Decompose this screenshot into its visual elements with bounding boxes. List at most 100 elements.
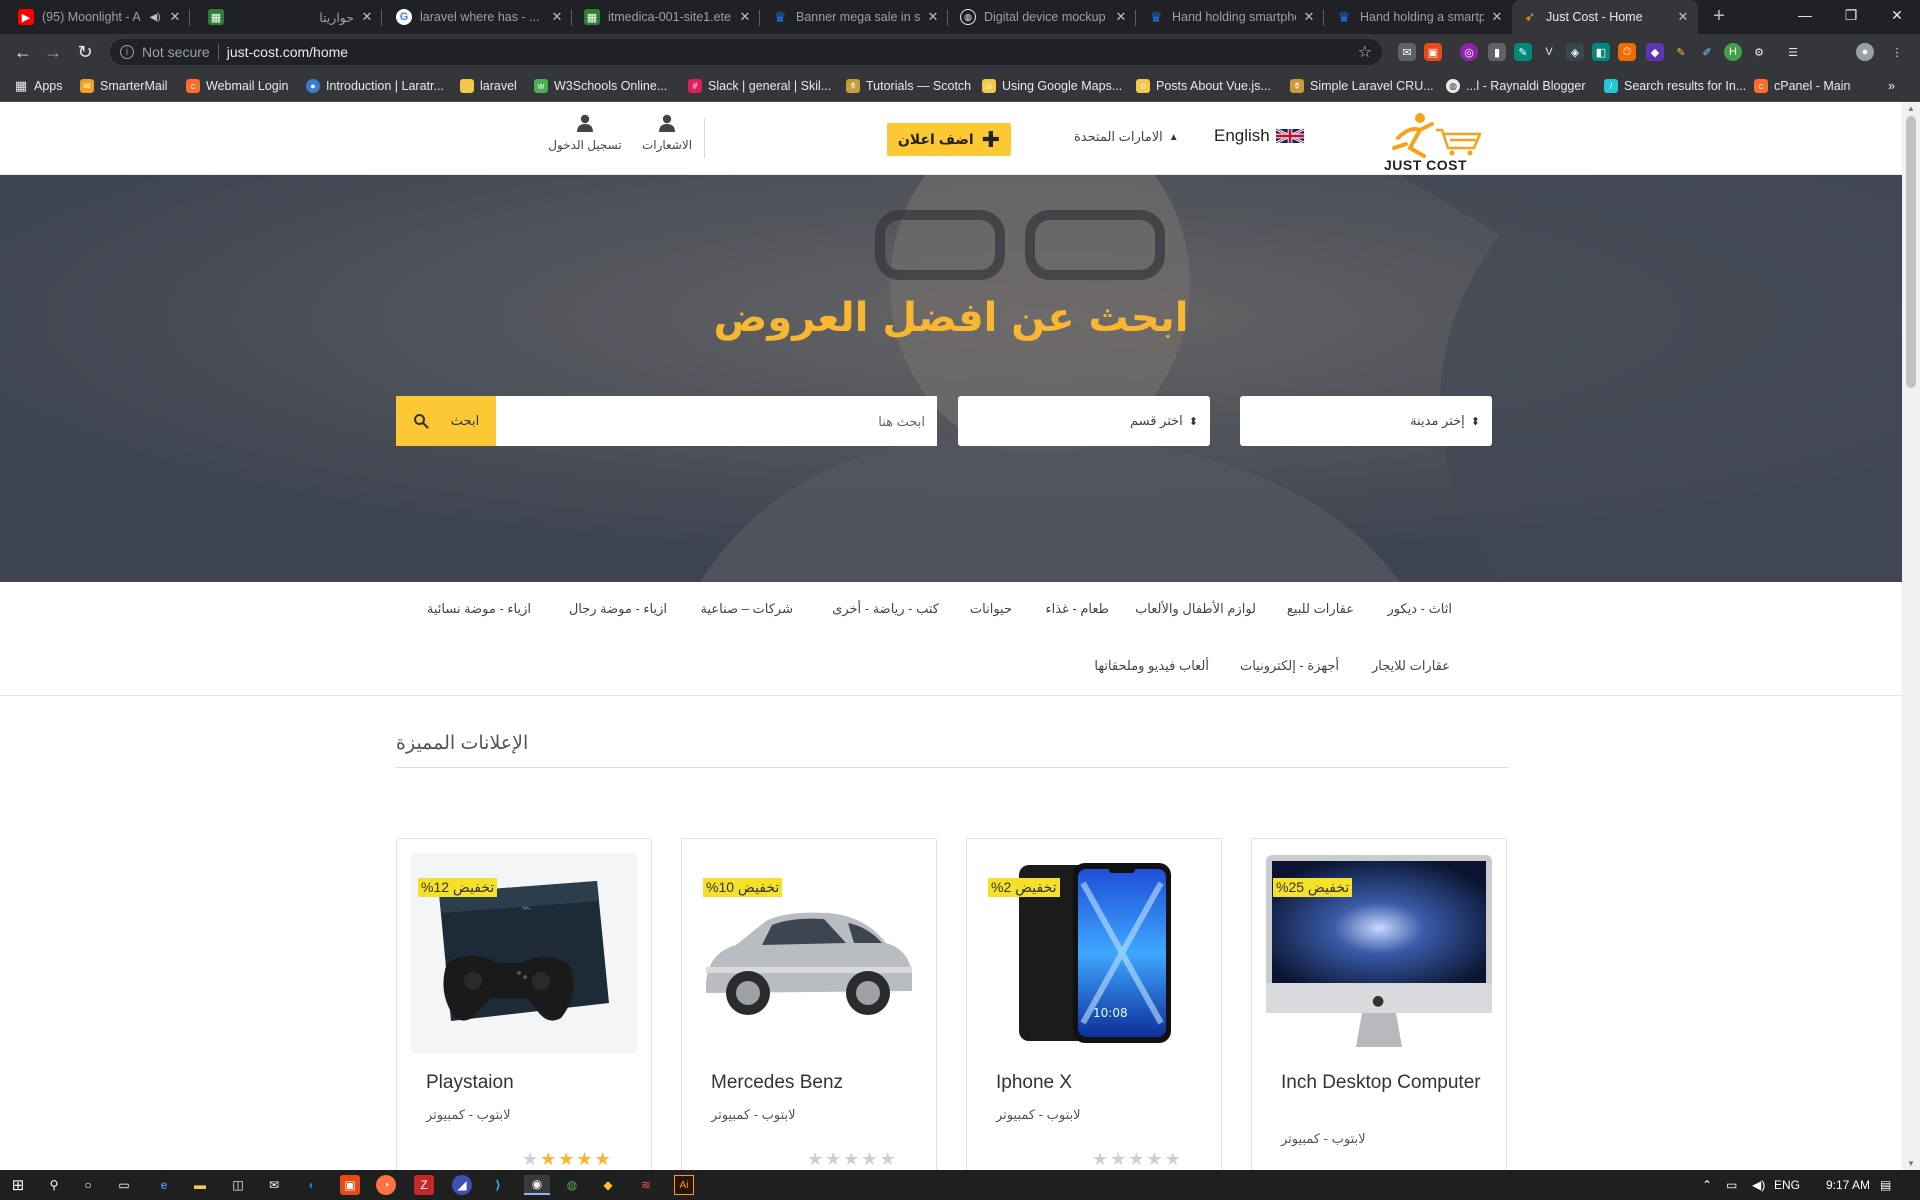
category-link[interactable]: لوازم الأطفال والألعاب [1135, 601, 1256, 617]
app-icon[interactable]: ◢ [452, 1175, 472, 1195]
vscode-icon[interactable]: ⟩ [488, 1175, 508, 1195]
category-link[interactable]: ازياء - موضة رجال [569, 601, 667, 617]
gear-icon[interactable]: ⚙ [1750, 43, 1768, 61]
url-text[interactable]: just-cost.com/home [227, 44, 348, 60]
category-link[interactable]: اثاث - ديكور [1387, 601, 1452, 617]
category-link[interactable]: عقارات للايجار [1372, 658, 1450, 674]
category-link[interactable]: عقارات للبيع [1287, 601, 1354, 617]
bookmark-item[interactable]: / Search results for In... [1604, 70, 1746, 102]
browser-tab[interactable]: ▦ حواريتا ✕ [198, 0, 382, 34]
bookmark-item[interactable]: ✉ SmarterMail [80, 70, 167, 102]
extension-icon[interactable]: ▣ [1424, 43, 1442, 61]
browser-tab[interactable]: ▶ (95) Moonlight - A ◀) ✕ [8, 0, 190, 34]
browser-tab[interactable]: ♛ Banner mega sale in sm ✕ [762, 0, 948, 34]
star-icon[interactable]: ★ [595, 1149, 613, 1169]
category-link[interactable]: كتب - رياضة - أخرى [832, 601, 939, 617]
product-card[interactable]: تخفيض 10% Mercedes Benz لابتوب - كمبيوتر… [681, 838, 937, 1170]
category-link[interactable]: ازياء - موضة نسائية [427, 601, 531, 617]
close-tab-icon[interactable]: ✕ [550, 9, 564, 25]
bookmark-item[interactable]: w W3Schools Online... [534, 70, 667, 102]
chrome-icon[interactable]: ◉ [524, 1175, 550, 1195]
category-select[interactable]: اختر قسم ⬍ [958, 396, 1210, 446]
browser-tab[interactable]: ♛ Hand holding smartphc ✕ [1138, 0, 1324, 34]
info-icon[interactable]: i [120, 45, 134, 59]
browser-tab[interactable]: ◍ Digital device mockup ✕ [950, 0, 1136, 34]
star-icon[interactable]: ★ [1128, 1149, 1146, 1169]
star-icon[interactable]: ★ [825, 1149, 843, 1169]
browser-tab[interactable]: ▦ itmedica-001-site1.ete ✕ [574, 0, 760, 34]
close-tab-icon[interactable]: ✕ [1676, 9, 1690, 25]
bookmark-item[interactable]: ☺ Using Google Maps... [982, 70, 1122, 102]
post-ad-button[interactable]: اضف اعلان ✚ [887, 123, 1011, 156]
category-link[interactable]: ألعاب فيديو وملحقاتها [1094, 658, 1209, 674]
extension-icon[interactable]: ✎ [1514, 43, 1532, 61]
extension-icon[interactable]: ◧ [1592, 43, 1610, 61]
new-tab-icon[interactable]: + [1708, 6, 1730, 28]
star-icon[interactable]: ★ [1165, 1149, 1183, 1169]
product-card[interactable]: 10:08 تخفيض 2% Iphone X لابتوب - كمبيوتر… [966, 838, 1222, 1170]
bookmark-star-icon[interactable]: ☆ [1358, 42, 1372, 62]
star-icon[interactable]: ★ [843, 1149, 861, 1169]
star-icon[interactable]: ★ [522, 1149, 540, 1169]
close-tab-icon[interactable]: ✕ [738, 9, 752, 25]
browser-tab-active[interactable]: ➶ Just Cost - Home ✕ [1512, 0, 1698, 34]
extension-icon[interactable]: ◈ [1566, 43, 1584, 61]
product-name[interactable]: Inch Desktop Computer [1281, 1071, 1491, 1095]
star-icon[interactable]: ★ [558, 1149, 576, 1169]
star-icon[interactable]: ★ [807, 1149, 825, 1169]
browser-tab[interactable]: G laravel where has - ... ✕ [386, 0, 572, 34]
vue-devtools-icon[interactable]: V [1540, 43, 1558, 61]
bookmark-item[interactable]: ☺ Posts About Vue.js... [1136, 70, 1271, 102]
close-tab-icon[interactable]: ✕ [1114, 9, 1128, 25]
star-icon[interactable]: ★ [1146, 1149, 1164, 1169]
extension-icon[interactable]: ◎ [1460, 43, 1478, 61]
avatar[interactable]: ● [1856, 43, 1874, 61]
category-link[interactable]: حيوانات [970, 601, 1012, 617]
bookmark-item[interactable]: ▦ Apps [14, 70, 63, 102]
forward-icon[interactable]: → [42, 41, 64, 63]
close-tab-icon[interactable]: ✕ [168, 9, 182, 25]
close-tab-icon[interactable]: ✕ [1490, 9, 1504, 25]
close-tab-icon[interactable]: ✕ [1302, 9, 1316, 25]
category-link[interactable]: شركات – صناعية [701, 601, 793, 617]
bookmark-item[interactable]: c Webmail Login [186, 70, 288, 102]
category-link[interactable]: أجهزة - إلكترونيات [1240, 658, 1339, 674]
illustrator-icon[interactable]: Ai [674, 1175, 694, 1195]
edge-icon[interactable]: e [154, 1175, 174, 1195]
app-icon[interactable]: ◆ [598, 1175, 618, 1195]
reload-icon[interactable]: ↻ [74, 41, 96, 63]
tray-chevron-icon[interactable]: ⌃ [1702, 1170, 1712, 1200]
login-link[interactable]: تسجيل الدخول [545, 114, 625, 152]
scroll-up-icon[interactable]: ▲ [1907, 104, 1915, 113]
product-card[interactable]: ● تخفيض 25% Inch Desktop Computer لابتوب… [1251, 838, 1507, 1170]
windows-start-icon[interactable]: ⊞ [8, 1175, 28, 1195]
logo-text[interactable]: JUST COST [1384, 157, 1467, 173]
menu-kebab-icon[interactable]: ⋮ [1888, 43, 1906, 61]
network-icon[interactable]: ▭ [1726, 1170, 1737, 1200]
star-icon[interactable]: ★ [540, 1149, 558, 1169]
category-link[interactable]: طعام - غذاء [1045, 601, 1109, 617]
browser-tab[interactable]: ♛ Hand holding a smartp ✕ [1326, 0, 1512, 34]
extension-icon[interactable]: ✎ [1672, 43, 1690, 61]
bookmark-item[interactable]: ⚱ Tutorials — Scotch [846, 70, 971, 102]
more-bookmarks-icon[interactable]: » [1888, 70, 1895, 102]
mail-extension-icon[interactable]: ✉ [1398, 43, 1416, 61]
app-icon[interactable]: ◐ [302, 1175, 322, 1195]
product-name[interactable]: Mercedes Benz [711, 1071, 921, 1095]
star-icon[interactable]: ★ [861, 1149, 879, 1169]
mail-icon[interactable]: ✉ [264, 1175, 284, 1195]
product-name[interactable]: Iphone X [996, 1071, 1206, 1095]
omnibox[interactable]: i Not secure just-cost.com/home ☆ [110, 39, 1382, 65]
star-icon[interactable]: ★ [576, 1149, 594, 1169]
app-icon[interactable]: ▣ [340, 1175, 360, 1195]
star-icon[interactable]: ★ [880, 1149, 898, 1169]
input-language[interactable]: ENG [1774, 1170, 1800, 1200]
minimize-icon[interactable]: — [1782, 0, 1828, 30]
product-name[interactable]: Playstaion [426, 1071, 636, 1095]
app-icon[interactable]: ≋ [636, 1175, 656, 1195]
close-tab-icon[interactable]: ✕ [926, 9, 940, 25]
bookmark-item[interactable]: ● Introduction | Laratr... [306, 70, 444, 102]
cortana-icon[interactable]: ○ [78, 1175, 98, 1195]
restore-icon[interactable]: ❐ [1828, 0, 1874, 30]
extension-icon[interactable]: ⏱ [1618, 43, 1636, 61]
